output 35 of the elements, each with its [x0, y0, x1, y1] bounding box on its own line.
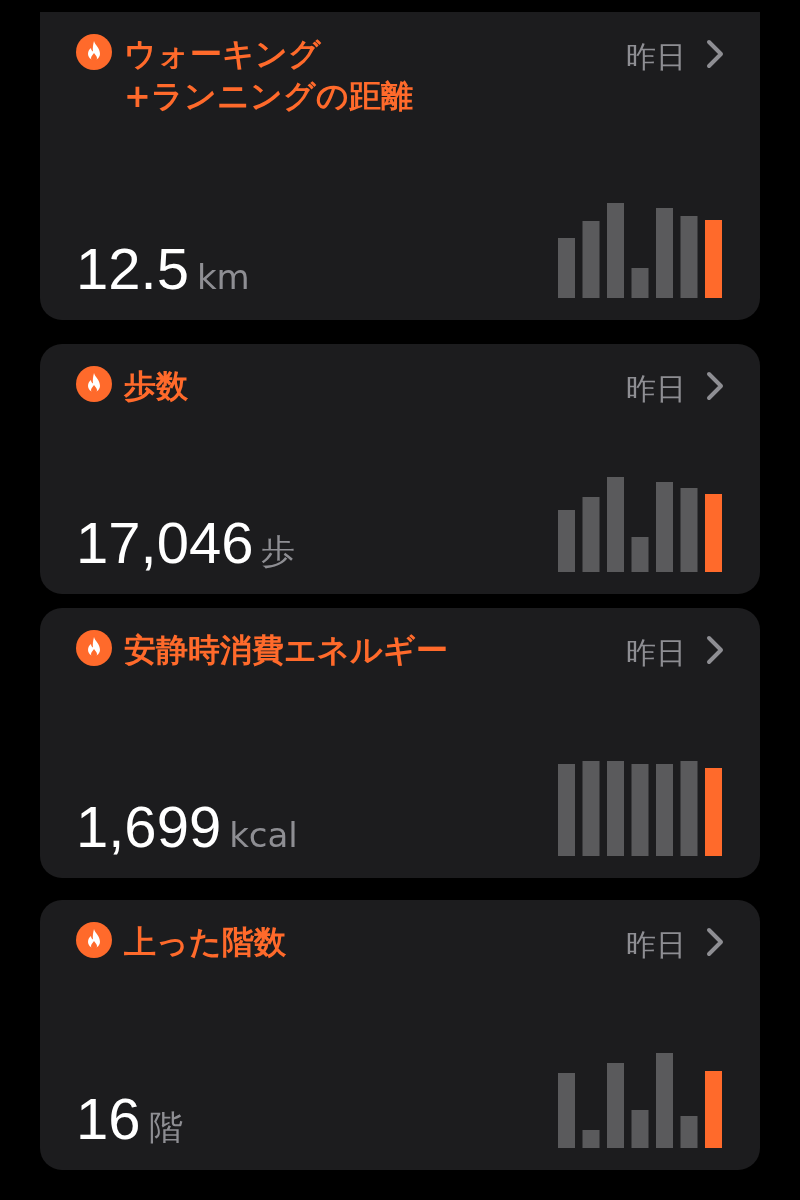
period-label: 昨日: [626, 370, 686, 408]
period-label: 昨日: [626, 926, 686, 964]
flame-icon: [76, 34, 112, 70]
metric-card[interactable]: 上った階数 昨日 16 階: [40, 900, 760, 1170]
period-label: 昨日: [626, 634, 686, 672]
metric-card[interactable]: 安静時消費エネルギー 昨日 1,699 kcal: [40, 608, 760, 878]
chart-bar: [680, 1116, 698, 1148]
flame-icon: [76, 630, 112, 666]
metric-card[interactable]: 歩数 昨日 17,046 歩: [40, 344, 760, 594]
metric-card[interactable]: ウォーキング +ランニングの距離 昨日 12.5 km: [40, 12, 760, 320]
metric-value: 17,046: [76, 514, 254, 572]
metric-value: 16: [76, 1090, 141, 1148]
chart-bar: [582, 1130, 600, 1148]
unit-label: 階: [148, 1110, 183, 1144]
chart-bar: [631, 1110, 649, 1148]
card-title: ウォーキング +ランニングの距離: [124, 34, 414, 117]
flame-icon: [76, 922, 112, 958]
chart-bar: [558, 238, 575, 298]
metric-value: 1,699: [76, 798, 222, 856]
card-title: 上った階数: [124, 922, 287, 963]
chart-bar: [631, 537, 649, 572]
chevron-right-icon: [706, 371, 724, 401]
chart-bar: [558, 510, 575, 572]
chevron-right-icon: [706, 635, 724, 665]
chevron-right-icon: [706, 39, 724, 69]
card-title: 安静時消費エネルギー: [124, 630, 449, 671]
unit-label: 歩: [261, 534, 296, 568]
flame-icon: [76, 366, 112, 402]
period-label: 昨日: [626, 38, 686, 76]
chevron-right-icon: [706, 927, 724, 957]
card-title: 歩数: [124, 366, 189, 407]
unit-label: km: [196, 260, 250, 294]
unit-label: kcal: [229, 818, 298, 852]
chart-bar: [631, 268, 649, 298]
metric-value: 12.5: [76, 240, 189, 298]
